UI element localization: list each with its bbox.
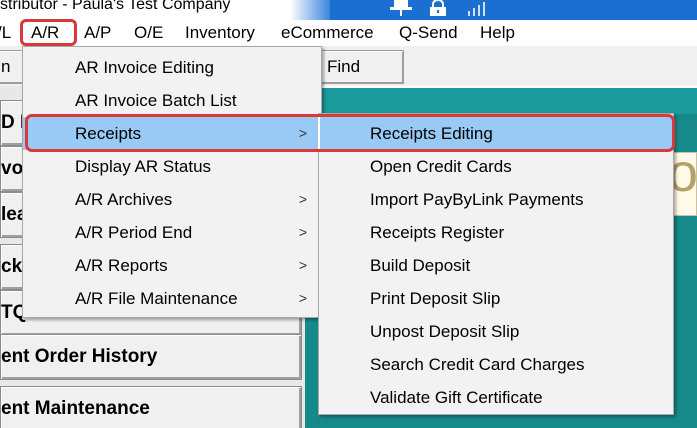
menu-item-ar-period-end[interactable]: A/R Period End > — [23, 216, 321, 249]
main-header-bar — [305, 88, 697, 114]
menu-ap[interactable]: A/P — [84, 22, 111, 44]
menu-item-label: Build Deposit — [370, 256, 471, 275]
menu-item-search-credit-card-charges[interactable]: Search Credit Card Charges — [319, 348, 673, 381]
find-button[interactable]: Find — [320, 50, 404, 84]
menu-item-ar-invoice-batch-list[interactable]: AR Invoice Batch List — [23, 84, 321, 117]
receipts-submenu: Receipts Editing Open Credit Cards Impor… — [318, 113, 674, 415]
menu-ecommerce[interactable]: eCommerce — [281, 22, 374, 44]
menu-item-validate-gift-certificate[interactable]: Validate Gift Certificate — [319, 381, 673, 414]
menu-item-unpost-deposit-slip[interactable]: Unpost Deposit Slip — [319, 315, 673, 348]
menu-gl[interactable]: /L — [0, 22, 11, 44]
window-title: stributor - Paula's Test Company — [0, 0, 231, 13]
ar-menu-highlight — [20, 19, 77, 46]
find-button-label: Find — [327, 57, 361, 76]
maintenance-label: ent Maintenance — [1, 398, 150, 419]
menu-item-ar-file-maintenance[interactable]: A/R File Maintenance > — [23, 282, 321, 315]
order-history-label: ent Order History — [1, 346, 158, 367]
menu-item-label: Display AR Status — [75, 157, 212, 176]
menu-item-label: A/R Period End — [75, 223, 193, 242]
menu-item-label: Validate Gift Certificate — [370, 388, 543, 407]
chevron-right-icon: > — [298, 257, 307, 273]
signal-icon — [468, 2, 485, 16]
order-history-button[interactable]: ent Order History — [0, 334, 302, 380]
chevron-right-icon: > — [298, 191, 307, 207]
menu-oe[interactable]: O/E — [134, 22, 163, 44]
menu-item-label: Open Credit Cards — [370, 157, 512, 176]
menu-item-label: A/R Archives — [75, 190, 173, 209]
menu-item-ar-invoice-editing[interactable]: AR Invoice Editing — [23, 51, 321, 84]
toolbar-left-label: n — [1, 57, 11, 76]
menu-item-label: Print Deposit Slip — [370, 289, 501, 308]
menu-bar: /L A/R A/P O/E Inventory eCommerce Q-Sen… — [0, 20, 697, 46]
menu-item-build-deposit[interactable]: Build Deposit — [319, 249, 673, 282]
menu-item-import-paybylink-payments[interactable]: Import PayByLink Payments — [319, 183, 673, 216]
menu-item-ar-archives[interactable]: A/R Archives > — [23, 183, 321, 216]
menu-item-open-credit-cards[interactable]: Open Credit Cards — [319, 150, 673, 183]
maintenance-button[interactable]: ent Maintenance — [0, 386, 302, 428]
title-bar: stributor - Paula's Test Company — [0, 0, 697, 38]
menu-item-ar-reports[interactable]: A/R Reports > — [23, 249, 321, 282]
menu-item-print-deposit-slip[interactable]: Print Deposit Slip — [319, 282, 673, 315]
menu-item-label: Unpost Deposit Slip — [370, 322, 520, 341]
menu-item-receipts-register[interactable]: Receipts Register — [319, 216, 673, 249]
chevron-right-icon: > — [298, 290, 307, 306]
menu-item-label: A/R File Maintenance — [75, 289, 238, 308]
menu-item-label: Receipts Register — [370, 223, 505, 242]
menu-item-label: A/R Reports — [75, 256, 168, 275]
left-button-4-label: ck — [1, 256, 23, 277]
menu-item-label: AR Invoice Editing — [75, 58, 214, 77]
menu-item-label: AR Invoice Batch List — [75, 91, 237, 110]
menu-help[interactable]: Help — [480, 22, 515, 44]
chevron-right-icon: > — [298, 224, 307, 240]
menu-item-label: Import PayByLink Payments — [370, 190, 584, 209]
menu-qsend[interactable]: Q-Send — [399, 22, 458, 44]
menu-inventory[interactable]: Inventory — [185, 22, 255, 44]
lock-icon[interactable] — [428, 0, 448, 16]
menu-item-display-ar-status[interactable]: Display AR Status — [23, 150, 321, 183]
pin-icon[interactable] — [388, 0, 414, 16]
menu-item-label: Search Credit Card Charges — [370, 355, 585, 374]
receipts-path-highlight — [25, 114, 675, 152]
ar-menu: AR Invoice Editing AR Invoice Batch List… — [22, 46, 322, 318]
